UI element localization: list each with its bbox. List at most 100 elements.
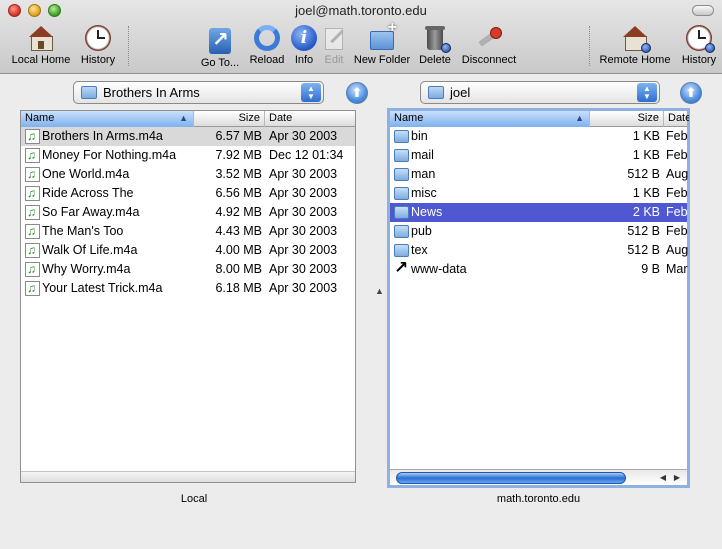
remote-home-icon [622, 25, 651, 53]
file-date: Apr 30 2003 [269, 262, 338, 276]
file-size: 1 KB [632, 186, 660, 200]
file-name: bin [411, 129, 428, 143]
table-row[interactable]: man 512 B Aug [390, 165, 689, 184]
table-row[interactable]: misc 1 KB Feb [390, 184, 688, 203]
file-name: Ride Across The [42, 186, 134, 200]
scrollbar-thumb[interactable] [396, 472, 626, 484]
window-title: joel@math.toronto.edu [295, 3, 427, 18]
splitter-handle-icon[interactable]: ▲ [375, 286, 384, 296]
table-row[interactable]: Ride Across The 6.56 MB Apr 30 2003 [21, 184, 355, 203]
edit-label: Edit [324, 54, 344, 66]
popup-arrows-icon: ▲ ▼ [301, 83, 321, 102]
scroll-left-arrow-icon[interactable]: ◀ [657, 471, 669, 484]
file-date: Apr 30 2003 [269, 186, 338, 200]
local-home-button[interactable]: Local Home [10, 25, 72, 69]
reload-button[interactable]: Reload [248, 25, 286, 69]
folder-icon [428, 86, 444, 99]
local-rows: Brothers In Arms.m4a 6.57 MB Apr 30 2003 Mo… [21, 127, 355, 298]
file-size: 2 KB [632, 205, 660, 219]
local-date-column-header[interactable]: Date [265, 111, 357, 127]
info-button[interactable]: i Info [291, 25, 317, 69]
table-row[interactable]: Why Worry.m4a 8.00 MB Apr 30 2003 [21, 260, 355, 279]
disconnect-button[interactable]: Disconnect [460, 25, 518, 69]
table-row[interactable]: bin 1 KB Feb [390, 127, 688, 146]
file-date: Feb [666, 148, 688, 162]
trash-icon [422, 25, 451, 53]
file-name: So Far Away.m4a [42, 205, 140, 219]
file-date: Apr 30 2003 [269, 205, 338, 219]
remote-file-list[interactable]: Name ▲ Size Date bin 1 KB Feb mail 1 KB Feb man… [387, 108, 690, 488]
table-row[interactable]: Your Latest Trick.m4a 6.18 MB Apr 30 2003 [21, 279, 355, 298]
table-row[interactable]: One World.m4a 3.52 MB Apr 30 2003 [21, 165, 355, 184]
local-pane-label: Local [180, 493, 208, 505]
history-right-label: History [681, 54, 717, 66]
file-size: 4.00 MB [215, 243, 262, 257]
file-name: mail [411, 148, 434, 162]
local-file-list[interactable]: Name▲ Size Date Brothers In Arms.m4a 6.57… [20, 110, 356, 483]
disconnect-label: Disconnect [461, 54, 517, 66]
goto-button[interactable]: Go To... [198, 25, 242, 69]
toolbar-toggle-button[interactable] [692, 5, 714, 16]
remote-size-column-header[interactable]: Size [590, 111, 664, 127]
sort-ascending-icon: ▲ [575, 113, 584, 123]
file-date: Aug [666, 243, 689, 257]
remote-pane-label: math.toronto.edu [496, 493, 581, 505]
file-size: 9 B [641, 262, 660, 276]
local-size-column-header[interactable]: Size [194, 111, 265, 127]
music-file-icon [25, 184, 40, 203]
table-row[interactable]: pub 512 B Feb [390, 222, 688, 241]
table-row[interactable]: www-data 9 B Mar [390, 258, 688, 279]
file-size: 6.57 MB [215, 129, 262, 143]
table-row[interactable]: Brothers In Arms.m4a 6.57 MB Apr 30 2003 [21, 127, 355, 146]
remote-rows: bin 1 KB Feb mail 1 KB Feb man 512 B Aug misc 1 KB… [390, 127, 689, 279]
file-name: One World.m4a [42, 167, 130, 181]
file-date: Aug [666, 167, 689, 181]
file-date: Dec 12 01:34 [269, 148, 344, 162]
file-size: 6.56 MB [215, 186, 262, 200]
delete-button[interactable]: Delete [417, 25, 453, 69]
title-bar[interactable]: joel@math.toronto.edu [0, 0, 722, 22]
table-row[interactable]: News 2 KB Feb [390, 203, 688, 222]
remote-home-button[interactable]: Remote Home [598, 25, 672, 69]
remote-name-column-header[interactable]: Name ▲ [390, 111, 590, 127]
scroll-right-arrow-icon[interactable]: ▶ [671, 471, 683, 484]
folder-icon [394, 168, 409, 181]
remote-horizontal-scrollbar[interactable]: ◀ ▶ [390, 469, 687, 485]
file-size: 4.92 MB [215, 205, 262, 219]
table-row[interactable]: Money For Nothing.m4a 7.92 MB Dec 12 01:34 [21, 146, 355, 165]
music-file-icon [25, 222, 40, 241]
table-row[interactable]: Walk Of Life.m4a 4.00 MB Apr 30 2003 [21, 241, 355, 260]
file-date: Apr 30 2003 [269, 224, 338, 238]
file-name: News [411, 205, 443, 219]
info-label: Info [294, 54, 314, 66]
file-size: 4.43 MB [215, 224, 262, 238]
disconnect-icon [476, 25, 502, 51]
folder-icon [394, 149, 409, 162]
local-home-label: Local Home [11, 54, 71, 66]
table-row[interactable]: tex 512 B Aug [390, 241, 689, 260]
remote-parent-folder-button[interactable]: ⬆ [680, 82, 702, 104]
table-row[interactable]: So Far Away.m4a 4.92 MB Apr 30 2003 [21, 203, 355, 222]
remote-date-column-header[interactable]: Date [664, 111, 689, 127]
file-date: Apr 30 2003 [269, 129, 338, 143]
file-size: 1 KB [632, 129, 660, 143]
new-folder-button[interactable]: New Folder [352, 19, 412, 69]
popup-arrows-icon: ▲ ▼ [637, 83, 657, 102]
edit-button[interactable]: Edit [321, 25, 347, 69]
table-row[interactable]: The Man's Too 4.43 MB Apr 30 2003 [21, 222, 355, 241]
file-date: Mar [666, 262, 688, 276]
remote-path-label: joel [450, 85, 471, 100]
local-horizontal-scrollbar[interactable] [21, 471, 355, 482]
clock-icon [85, 25, 111, 51]
local-path-popup[interactable]: Brothers In Arms ▲ ▼ [73, 81, 324, 104]
local-parent-folder-button[interactable]: ⬆ [346, 82, 368, 104]
remote-path-popup[interactable]: joel ▲ ▼ [420, 81, 660, 104]
history-right-button[interactable]: History [680, 25, 718, 69]
table-row[interactable]: mail 1 KB Feb [390, 146, 688, 165]
history-left-button[interactable]: History [78, 25, 118, 69]
music-file-icon [25, 127, 40, 146]
music-file-icon [25, 260, 40, 279]
file-size: 1 KB [632, 148, 660, 162]
info-icon: i [291, 25, 317, 51]
local-name-column-header[interactable]: Name ▲ [21, 111, 194, 127]
